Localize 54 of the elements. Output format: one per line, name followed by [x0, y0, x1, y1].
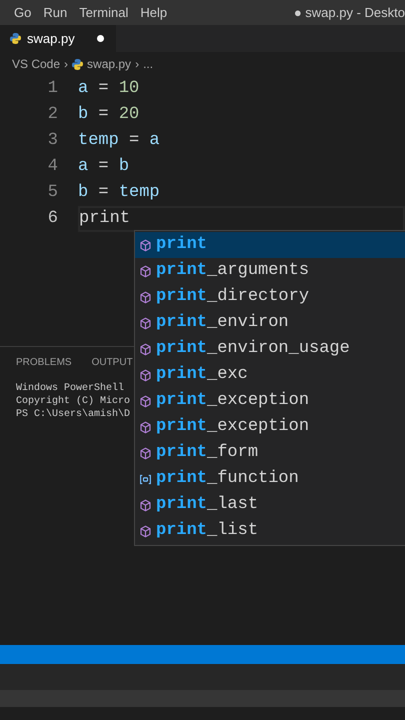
menu-item[interactable]: Go	[8, 3, 38, 23]
cube-icon	[139, 368, 152, 382]
cube-icon	[139, 264, 152, 278]
cube-icon	[139, 446, 152, 460]
suggestion-item[interactable]: print_form	[135, 440, 405, 466]
suggestion-item[interactable]: print	[135, 232, 405, 258]
line-number: 4	[46, 156, 58, 178]
code-line: a = b	[78, 156, 130, 178]
tab-label: swap.py	[27, 30, 76, 48]
breadcrumb-item[interactable]: ...	[143, 55, 154, 73]
suggestion-item[interactable]: print_exception	[135, 414, 405, 440]
suggestion-item[interactable]: print_exc	[135, 362, 405, 388]
menu-item[interactable]: Terminal	[73, 3, 134, 23]
suggestion-item[interactable]: print_function	[135, 466, 405, 492]
breadcrumb-separator: ›	[64, 56, 68, 73]
suggestion-item[interactable]: print_environ_usage	[135, 336, 405, 362]
python-file-icon	[10, 33, 21, 44]
breadcrumb-item[interactable]: swap.py	[87, 55, 132, 73]
code-line: b = 20	[78, 104, 140, 126]
python-file-icon	[72, 58, 84, 70]
menu-item[interactable]: Run	[37, 3, 74, 23]
terminal-line: Windows PowerShell	[16, 382, 124, 395]
breadcrumb-separator: ›	[135, 56, 140, 73]
editor-tab[interactable]: swap.py	[0, 25, 116, 52]
cube-icon	[139, 316, 152, 330]
code-line: b = temp	[78, 182, 161, 204]
line-number: 5	[46, 182, 58, 204]
cube-icon	[139, 394, 152, 408]
cube-icon	[139, 498, 152, 512]
cube-icon	[139, 238, 152, 252]
suggestion-item[interactable]: print_exception	[135, 388, 405, 414]
cube-icon	[139, 420, 152, 434]
suggestion-item[interactable]: print_arguments	[135, 258, 405, 284]
terminal-line: PS C:\Users\amish\D	[16, 408, 130, 421]
suggestion-item[interactable]: print_last	[135, 492, 405, 518]
suggestion-item[interactable]: print_environ	[135, 310, 405, 336]
menu-item[interactable]: Help	[134, 3, 174, 23]
window-title: ● swap.py - Deskto	[294, 4, 405, 22]
breadcrumb-item[interactable]: VS Code	[12, 55, 60, 73]
terminal-line: Copyright (C) Micro	[16, 395, 130, 408]
line-number: 6	[46, 208, 58, 230]
cube-icon	[139, 342, 152, 356]
code-line: temp = a	[78, 130, 161, 152]
line-number: 2	[46, 104, 58, 126]
line-number: 3	[46, 130, 58, 152]
cube-icon	[139, 524, 152, 538]
cube-icon	[139, 290, 152, 304]
suggestion-item[interactable]: print_directory	[135, 284, 405, 310]
line-number: 1	[46, 78, 58, 100]
variable-icon	[139, 472, 152, 486]
code-line: a = 10	[78, 78, 140, 100]
panel-tab[interactable]: PROBLEMS	[16, 355, 72, 370]
suggestion-item[interactable]: print_list	[135, 518, 405, 544]
panel-tab[interactable]: OUTPUT	[92, 355, 133, 370]
